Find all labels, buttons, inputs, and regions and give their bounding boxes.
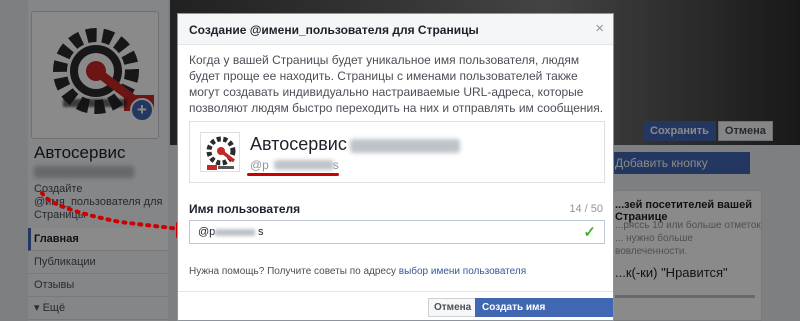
close-icon[interactable]: × <box>595 20 604 37</box>
username-tips-link[interactable]: выбор имени пользователя <box>399 266 526 277</box>
preview-logo <box>200 132 240 172</box>
dialog-title: Создание @имени_пользователя для Страниц… <box>189 23 479 37</box>
username-suffix: s <box>258 226 264 238</box>
annotation-underline <box>247 173 339 176</box>
username-blurred <box>215 229 255 236</box>
character-count: 14 / 50 <box>569 203 603 215</box>
username-input[interactable]: @p s ✓ <box>189 220 605 244</box>
username-prefix: @p <box>198 226 216 238</box>
help-text: Нужна помощь? Получите советы по адресу … <box>189 266 526 277</box>
create-username-dialog: Создание @имени_пользователя для Страниц… <box>177 13 614 321</box>
preview-name-blurred <box>350 139 460 153</box>
dialog-footer: Отмена Создать имя пользователя <box>178 291 613 321</box>
checkmark-icon: ✓ <box>583 224 596 241</box>
page-preview-card: Автосервис @p s <box>189 121 605 183</box>
help-text-label: Нужна помощь? Получите советы по адресу <box>189 266 396 277</box>
cancel-button[interactable]: Отмена <box>428 298 478 317</box>
gear-logo-icon <box>206 136 236 170</box>
preview-username-blurred <box>274 160 334 170</box>
preview-user-prefix: @p <box>250 158 269 172</box>
username-label: Имя пользователя <box>189 202 301 216</box>
preview-page-name: Автосервис <box>250 134 347 154</box>
dialog-description: Когда у вашей Страницы будет уникальное … <box>189 53 604 115</box>
dialog-header: Создание @имени_пользователя для Страниц… <box>178 14 613 45</box>
create-username-button[interactable]: Создать имя пользователя <box>475 298 613 321</box>
